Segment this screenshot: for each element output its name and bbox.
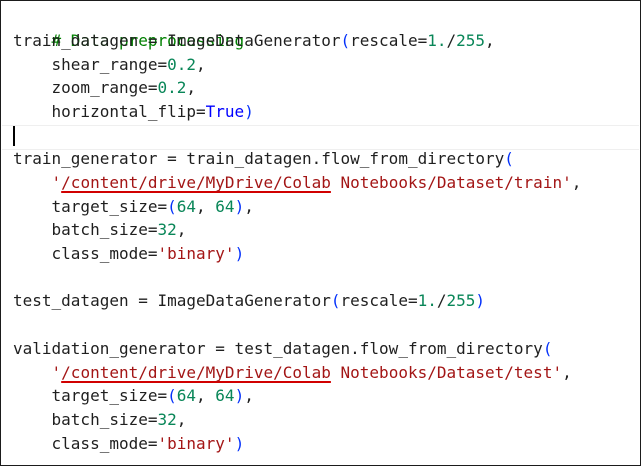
argument-token: class_mode= xyxy=(13,244,158,263)
code-line-3: shear_range=0.2, xyxy=(13,53,206,77)
argument-token: batch_size= xyxy=(13,410,158,429)
comma-token: , xyxy=(186,78,197,97)
assignment-token: train_generator = train_datagen.flow_fro… xyxy=(13,149,505,168)
paren-token: ( xyxy=(167,197,177,216)
paren-token: ) xyxy=(244,102,254,121)
string-token: Notebooks/Dataset/train xyxy=(330,173,563,192)
code-line-17: target_size=(64, 64), xyxy=(13,384,254,408)
indent-token xyxy=(13,363,52,382)
assignment-token: test_datagen = ImageDataGenerator xyxy=(13,291,331,310)
separator-token: , xyxy=(196,197,216,216)
paren-token: ) xyxy=(234,244,245,263)
paren-token: ( xyxy=(542,339,553,358)
string-token: 'binary' xyxy=(157,434,235,453)
code-line-2: train_datagen = ImageDataGenerator(resca… xyxy=(13,29,495,53)
comma-token: , xyxy=(244,386,254,405)
paren-token: ) xyxy=(234,434,245,453)
code-line-10: batch_size=32, xyxy=(13,218,187,242)
comma-token: , xyxy=(244,197,254,216)
code-line-5: horizontal_flip=True) xyxy=(13,100,254,124)
number-token: 32 xyxy=(157,410,177,429)
argument-token: target_size= xyxy=(13,386,168,405)
spellcheck-underlined-path: /content/drive/MyDrive/Colab xyxy=(61,173,331,192)
string-token: ' xyxy=(51,173,62,192)
string-token: ' xyxy=(562,173,572,192)
number-token: 255 xyxy=(446,291,476,310)
assignment-token: validation_generator = test_datagen.flow… xyxy=(13,339,543,358)
code-line-9: target_size=(64, 64), xyxy=(13,195,254,219)
paren-token: ) xyxy=(234,197,245,216)
code-line-16: '/content/drive/MyDrive/Colab Notebooks/… xyxy=(13,361,572,385)
string-token: 'binary' xyxy=(157,244,235,263)
code-cell-editor[interactable]: # Data preprocessing train_datagen = Ima… xyxy=(0,0,641,466)
string-token: Notebooks/Dataset/test xyxy=(330,363,553,382)
code-line-18: batch_size=32, xyxy=(13,408,187,432)
argument-token: rescale= xyxy=(350,31,428,50)
code-line-15: validation_generator = test_datagen.flow… xyxy=(13,337,552,361)
number-token: 64 xyxy=(176,197,197,216)
number-token: 1. xyxy=(417,291,437,310)
argument-token: shear_range= xyxy=(13,55,168,74)
argument-token: horizontal_flip= xyxy=(13,102,206,121)
string-token: ' xyxy=(51,363,62,382)
code-line-4: zoom_range=0.2, xyxy=(13,76,197,100)
number-token: 1. xyxy=(427,31,447,50)
argument-token: batch_size= xyxy=(13,220,158,239)
number-token: 0.2 xyxy=(157,78,187,97)
assignment-token: train_datagen = ImageDataGenerator xyxy=(13,31,341,50)
number-token: 64 xyxy=(176,386,197,405)
comma-token: , xyxy=(176,410,187,429)
indent-token xyxy=(13,173,52,192)
number-token: 64 xyxy=(215,386,235,405)
operator-token: / xyxy=(436,291,447,310)
paren-token: ) xyxy=(234,386,245,405)
code-line-7: train_generator = train_datagen.flow_fro… xyxy=(13,147,514,171)
number-token: 32 xyxy=(157,220,177,239)
code-line-11: class_mode='binary') xyxy=(13,242,245,266)
boolean-token: True xyxy=(205,102,245,121)
operator-token: / xyxy=(446,31,457,50)
code-line-13: test_datagen = ImageDataGenerator(rescal… xyxy=(13,289,485,313)
comma-token: , xyxy=(562,363,572,382)
comma-token: , xyxy=(176,220,187,239)
argument-token: zoom_range= xyxy=(13,78,158,97)
paren-token: ( xyxy=(330,291,341,310)
number-token: 0.2 xyxy=(167,55,197,74)
text-cursor xyxy=(13,126,15,146)
comma-token: , xyxy=(196,55,206,74)
comma-token: , xyxy=(485,31,495,50)
paren-token: ( xyxy=(340,31,351,50)
separator-token: , xyxy=(196,386,216,405)
string-token: ' xyxy=(552,363,563,382)
comma-token: , xyxy=(571,173,582,192)
code-line-19: class_mode='binary') xyxy=(13,432,245,456)
number-token: 64 xyxy=(215,197,235,216)
paren-token: ( xyxy=(167,386,177,405)
paren-token: ) xyxy=(475,291,486,310)
code-line-1: # Data preprocessing xyxy=(13,5,245,50)
code-line-8: '/content/drive/MyDrive/Colab Notebooks/… xyxy=(13,171,582,195)
paren-token: ( xyxy=(504,149,514,168)
spellcheck-underlined-path: /content/drive/MyDrive/Colab xyxy=(61,363,331,382)
number-token: 255 xyxy=(456,31,486,50)
argument-token: rescale= xyxy=(340,291,418,310)
argument-token: class_mode= xyxy=(13,434,158,453)
argument-token: target_size= xyxy=(13,197,168,216)
